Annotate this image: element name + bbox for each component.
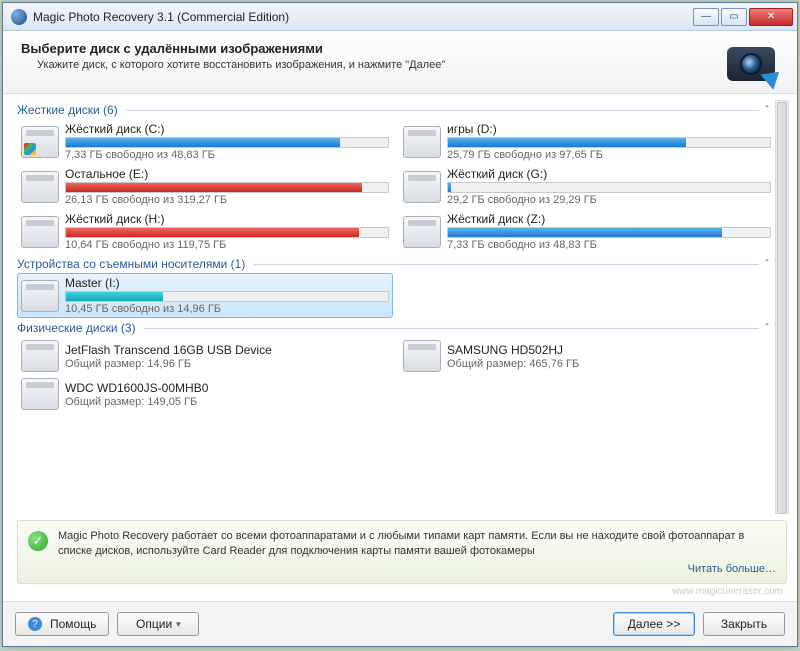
disk-free: 25,79 ГБ свободно из 97,65 ГБ xyxy=(447,149,771,161)
disk-item[interactable]: Master (I:) 10,45 ГБ свободно из 14,96 Г… xyxy=(17,273,393,318)
usage-bar xyxy=(447,182,771,193)
disk-icon xyxy=(403,340,441,372)
options-button[interactable]: Опции▾ xyxy=(117,612,199,636)
help-button[interactable]: Помощь xyxy=(15,612,109,636)
disk-free: 10,64 ГБ свободно из 119,75 ГБ xyxy=(65,239,389,251)
disk-item[interactable]: Жёсткий диск (H:) 10,64 ГБ свободно из 1… xyxy=(17,209,393,254)
disk-icon xyxy=(21,171,59,203)
disk-icon xyxy=(21,216,59,248)
chevron-up-icon: ˆ xyxy=(759,323,775,334)
close-button[interactable]: ✕ xyxy=(749,8,793,26)
chevron-up-icon: ˆ xyxy=(759,105,775,116)
disk-free: 10,45 ГБ свободно из 14,96 ГБ xyxy=(65,303,389,315)
disk-icon xyxy=(403,216,441,248)
group-removable-label: Устройства со съемными носителями (1) xyxy=(17,257,245,271)
disk-name: Остальное (E:) xyxy=(65,167,389,181)
disk-name: Жёсткий диск (G:) xyxy=(447,167,771,181)
disk-item[interactable]: JetFlash Transcend 16GB USB Device Общий… xyxy=(17,337,393,375)
disk-list: Жесткие диски (6) ˆ Жёсткий диск (C:) 7,… xyxy=(17,100,775,514)
disk-free: 7,33 ГБ свободно из 48,83 ГБ xyxy=(65,149,389,161)
usage-bar xyxy=(65,227,389,238)
usage-bar xyxy=(65,291,389,302)
camera-icon xyxy=(723,41,779,85)
app-window: Magic Photo Recovery 3.1 (Commercial Edi… xyxy=(2,2,798,647)
footer: Помощь Опции▾ Далее >> Закрыть xyxy=(3,601,797,646)
disk-item[interactable]: Жёсткий диск (G:) 29,2 ГБ свободно из 29… xyxy=(399,164,775,209)
scrollbar[interactable] xyxy=(775,100,789,514)
page-subtitle: Укажите диск, с которого хотите восстано… xyxy=(21,59,723,71)
disk-free: 29,2 ГБ свободно из 29,29 ГБ xyxy=(447,194,771,206)
wizard-header: Выберите диск с удалёнными изображениями… xyxy=(3,31,797,94)
disk-item[interactable]: Жёсткий диск (C:) 7,33 ГБ свободно из 48… xyxy=(17,119,393,164)
disk-icon xyxy=(403,171,441,203)
chevron-down-icon: ▾ xyxy=(176,619,181,630)
disk-name: Жёсткий диск (Z:) xyxy=(447,212,771,226)
tip-panel: ✓ Magic Photo Recovery работает со всеми… xyxy=(17,520,787,584)
usage-bar xyxy=(447,227,771,238)
group-hdd[interactable]: Жесткие диски (6) ˆ xyxy=(17,103,775,117)
group-hdd-label: Жесткие диски (6) xyxy=(17,103,118,117)
disk-name: JetFlash Transcend 16GB USB Device xyxy=(65,343,389,357)
disk-item[interactable]: игры (D:) 25,79 ГБ свободно из 97,65 ГБ xyxy=(399,119,775,164)
disk-icon xyxy=(403,126,441,158)
disk-item[interactable]: Жёсткий диск (Z:) 7,33 ГБ свободно из 48… xyxy=(399,209,775,254)
disk-name: WDC WD1600JS-00MHB0 xyxy=(65,381,389,395)
read-more-link[interactable]: Читать больше… xyxy=(58,563,776,575)
usage-bar xyxy=(447,137,771,148)
window-title: Magic Photo Recovery 3.1 (Commercial Edi… xyxy=(33,10,693,24)
group-physical[interactable]: Физические диски (3) ˆ xyxy=(17,321,775,335)
disk-size: Общий размер: 14,96 ГБ xyxy=(65,358,389,370)
disk-icon xyxy=(21,126,59,158)
app-icon xyxy=(11,9,27,25)
disk-icon xyxy=(21,280,59,312)
page-title: Выберите диск с удалёнными изображениями xyxy=(21,41,723,56)
group-removable[interactable]: Устройства со съемными носителями (1) ˆ xyxy=(17,257,775,271)
disk-name: Жёсткий диск (H:) xyxy=(65,212,389,226)
usage-bar xyxy=(65,182,389,193)
disk-name: Master (I:) xyxy=(65,276,389,290)
close-dialog-button[interactable]: Закрыть xyxy=(703,612,785,636)
disk-name: Жёсткий диск (C:) xyxy=(65,122,389,136)
watermark: www.magicuneraser.com xyxy=(17,584,789,597)
group-physical-label: Физические диски (3) xyxy=(17,321,136,335)
check-icon: ✓ xyxy=(28,531,48,551)
chevron-up-icon: ˆ xyxy=(759,259,775,270)
disk-item[interactable]: WDC WD1600JS-00MHB0 Общий размер: 149,05… xyxy=(17,375,393,413)
titlebar[interactable]: Magic Photo Recovery 3.1 (Commercial Edi… xyxy=(3,3,797,31)
minimize-button[interactable]: — xyxy=(693,8,719,26)
disk-size: Общий размер: 149,05 ГБ xyxy=(65,396,389,408)
next-button[interactable]: Далее >> xyxy=(613,612,695,636)
disk-icon xyxy=(21,378,59,410)
disk-icon xyxy=(21,340,59,372)
usage-bar xyxy=(65,137,389,148)
disk-item[interactable]: Остальное (E:) 26,13 ГБ свободно из 319,… xyxy=(17,164,393,209)
disk-size: Общий размер: 465,76 ГБ xyxy=(447,358,771,370)
disk-name: игры (D:) xyxy=(447,122,771,136)
tip-text: Magic Photo Recovery работает со всеми ф… xyxy=(58,529,776,559)
disk-name: SAMSUNG HD502HJ xyxy=(447,343,771,357)
disk-free: 7,33 ГБ свободно из 48,83 ГБ xyxy=(447,239,771,251)
disk-item[interactable]: SAMSUNG HD502HJ Общий размер: 465,76 ГБ xyxy=(399,337,775,375)
maximize-button[interactable]: ▭ xyxy=(721,8,747,26)
disk-free: 26,13 ГБ свободно из 319,27 ГБ xyxy=(65,194,389,206)
